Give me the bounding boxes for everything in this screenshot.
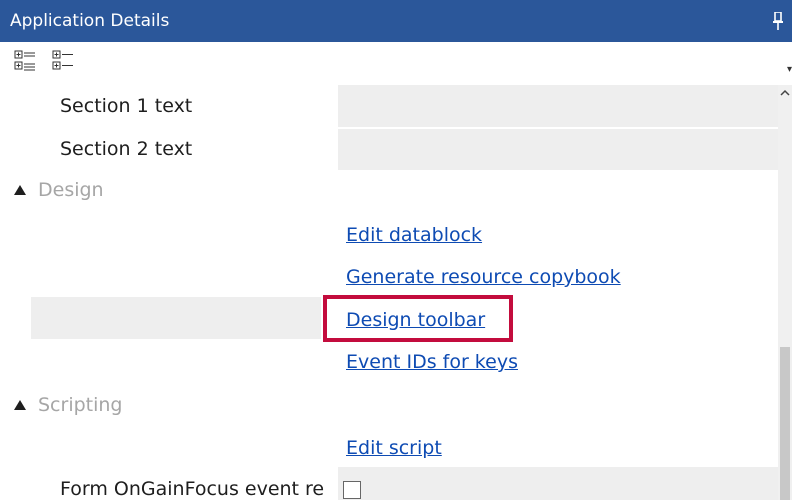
form-ongainfocus-value[interactable] [338,467,778,500]
section2-label: Section 2 text [60,138,193,160]
categorized-view-icon[interactable] [14,50,36,74]
property-row-form-ongainfocus[interactable]: Form OnGainFocus event re [0,467,778,500]
category-design-label: Design [38,179,104,201]
form-ongainfocus-label: Form OnGainFocus event re [60,478,325,500]
event-ids-for-keys-link[interactable]: Event IDs for keys [346,341,518,383]
category-design[interactable]: Design [0,170,778,212]
chevron-down-icon[interactable]: ▾ [787,64,792,75]
form-ongainfocus-checkbox[interactable] [343,481,361,499]
design-toolbar-row-cell [31,297,321,339]
collapse-arrow-icon[interactable] [14,400,26,410]
property-row-section2[interactable]: Section 2 text [0,127,778,170]
panel-title: Application Details [10,11,170,31]
pin-icon[interactable] [772,0,784,46]
edit-script-link[interactable]: Edit script [346,427,442,469]
scroll-thumb[interactable] [780,347,790,500]
category-scripting[interactable]: Scripting [0,385,778,427]
property-toolbar: ▾ [0,42,792,85]
property-grid: Section 1 text Section 2 text Design Edi… [0,85,778,500]
section1-value[interactable] [338,85,778,127]
generate-resource-copybook-link[interactable]: Generate resource copybook [346,256,621,298]
alphabetical-view-icon[interactable] [52,50,74,74]
property-row-section1[interactable]: Section 1 text [0,85,778,127]
form-ongainfocus-label-cell: Form OnGainFocus event re [0,470,338,500]
vertical-scrollbar[interactable] [778,85,792,500]
scroll-up-icon[interactable] [779,87,791,101]
collapse-arrow-icon[interactable] [14,185,26,195]
section2-value[interactable] [338,129,778,170]
panel-title-bar: Application Details [0,0,792,42]
category-scripting-label: Scripting [38,394,123,416]
highlight-box [323,295,513,342]
edit-datablock-link[interactable]: Edit datablock [346,214,482,256]
section1-label: Section 1 text [60,95,193,117]
